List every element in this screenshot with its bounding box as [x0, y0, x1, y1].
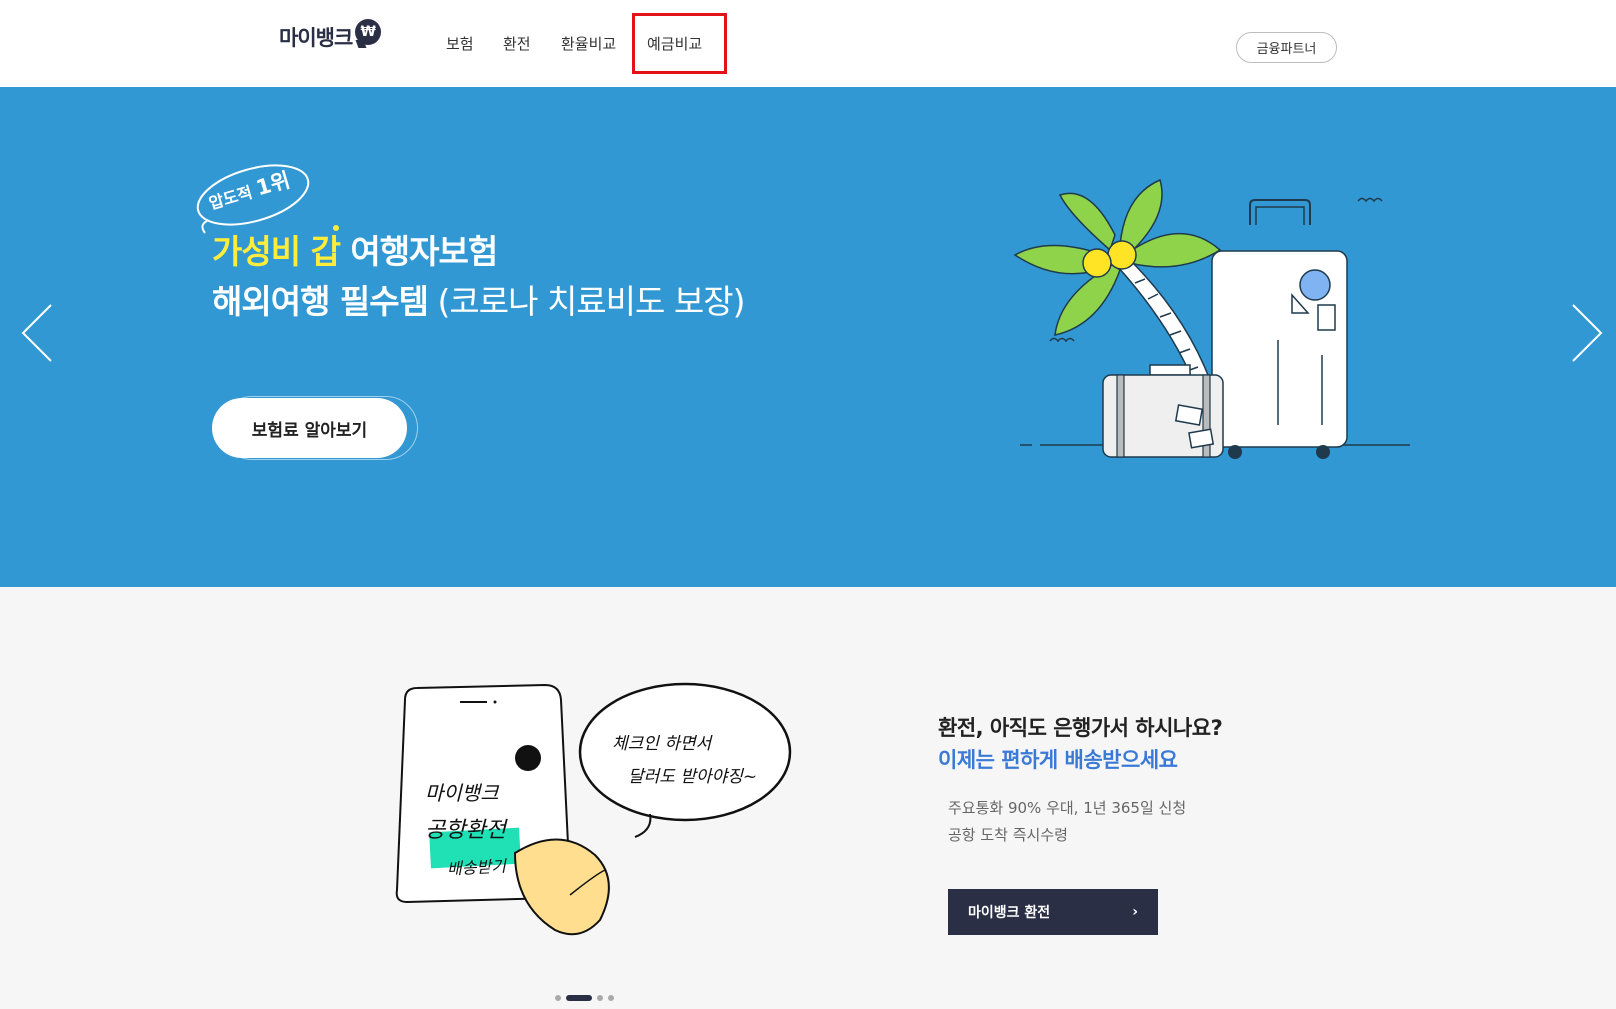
headline-line1-rest: 여행자보험 — [339, 232, 498, 271]
nav-highlight-box — [632, 13, 727, 74]
headline-highlight: 가성비 갑 — [212, 232, 341, 271]
phone-text-line-2: 공항환전 — [425, 818, 506, 843]
promo-description: 주요통화 90% 우대, 1년 365일 신청 공항 도착 즉시수령 — [948, 795, 1186, 849]
promo-title-line-1: 환전, 아직도 은행가서 하시나요? — [938, 716, 1223, 740]
travel-illustration-icon — [1013, 178, 1410, 459]
insurance-quote-button[interactable]: 보험료 알아보기 — [212, 398, 407, 458]
promo-title-line-2: 이제는 편하게 배송받으세요 — [938, 748, 1178, 772]
headline-line-1: 가성비 갑 여행자보험 — [212, 227, 744, 277]
promo-desc-line-1: 주요통화 90% 우대, 1년 365일 신청 — [948, 799, 1187, 817]
promo-desc-line-2: 공항 도착 즉시수령 — [948, 826, 1068, 844]
pagination-dot[interactable] — [597, 995, 603, 1001]
bubble-text-line-2: 달러도 받아야징~ — [628, 767, 758, 787]
nav-rate-compare[interactable]: 환율비교 — [561, 33, 616, 54]
slide-pagination — [555, 995, 614, 1001]
logo[interactable]: 마이뱅크 ₩ — [279, 19, 382, 52]
phone-text-line-1: 마이뱅크 — [425, 781, 499, 805]
hero-banner: 압도적 1위 가성비 갑 여행자보험 해외여행 필수템 (코로나 치료비도 보장… — [0, 87, 1616, 587]
next-arrow-icon[interactable] — [1570, 303, 1604, 363]
phone-button-text: 배송받기 — [446, 856, 507, 879]
promo-section: 마이뱅크 공항환전 배송받기 체크인 하면서 달러도 받아야징~ 환전, 아직도… — [0, 587, 1616, 1009]
won-icon: ₩ — [355, 19, 382, 45]
bubble-text-line-1: 체크인 하면서 — [612, 734, 712, 754]
pagination-dot[interactable] — [608, 995, 614, 1001]
headline-line-2: 해외여행 필수템 (코로나 치료비도 보장) — [212, 277, 746, 327]
pagination-dot-active[interactable] — [566, 995, 592, 1001]
mybank-exchange-button[interactable]: 마이뱅크 환전 › — [948, 889, 1158, 935]
nav-exchange[interactable]: 환전 — [503, 33, 531, 54]
pagination-dot[interactable] — [555, 995, 561, 1001]
site-header: 마이뱅크 ₩ 보험 환전 환율비교 예금비교 금융파트너 — [0, 0, 1616, 87]
promo-title: 환전, 아직도 은행가서 하시나요? 이제는 편하게 배송받으세요 — [938, 712, 1223, 776]
exchange-button-label: 마이뱅크 환전 — [968, 905, 1051, 921]
headline-line2-light: (코로나 치료비도 보장) — [428, 282, 746, 321]
headline-line2-bold: 해외여행 필수템 — [212, 282, 429, 321]
banner-headline: 가성비 갑 여행자보험 해외여행 필수템 (코로나 치료비도 보장) — [212, 227, 746, 327]
chevron-right-icon: › — [1132, 904, 1138, 920]
nav-insurance[interactable]: 보험 — [446, 33, 474, 54]
logo-text: 마이뱅크 — [279, 26, 353, 50]
prev-arrow-icon[interactable] — [20, 303, 54, 363]
partner-button[interactable]: 금융파트너 — [1236, 32, 1337, 63]
